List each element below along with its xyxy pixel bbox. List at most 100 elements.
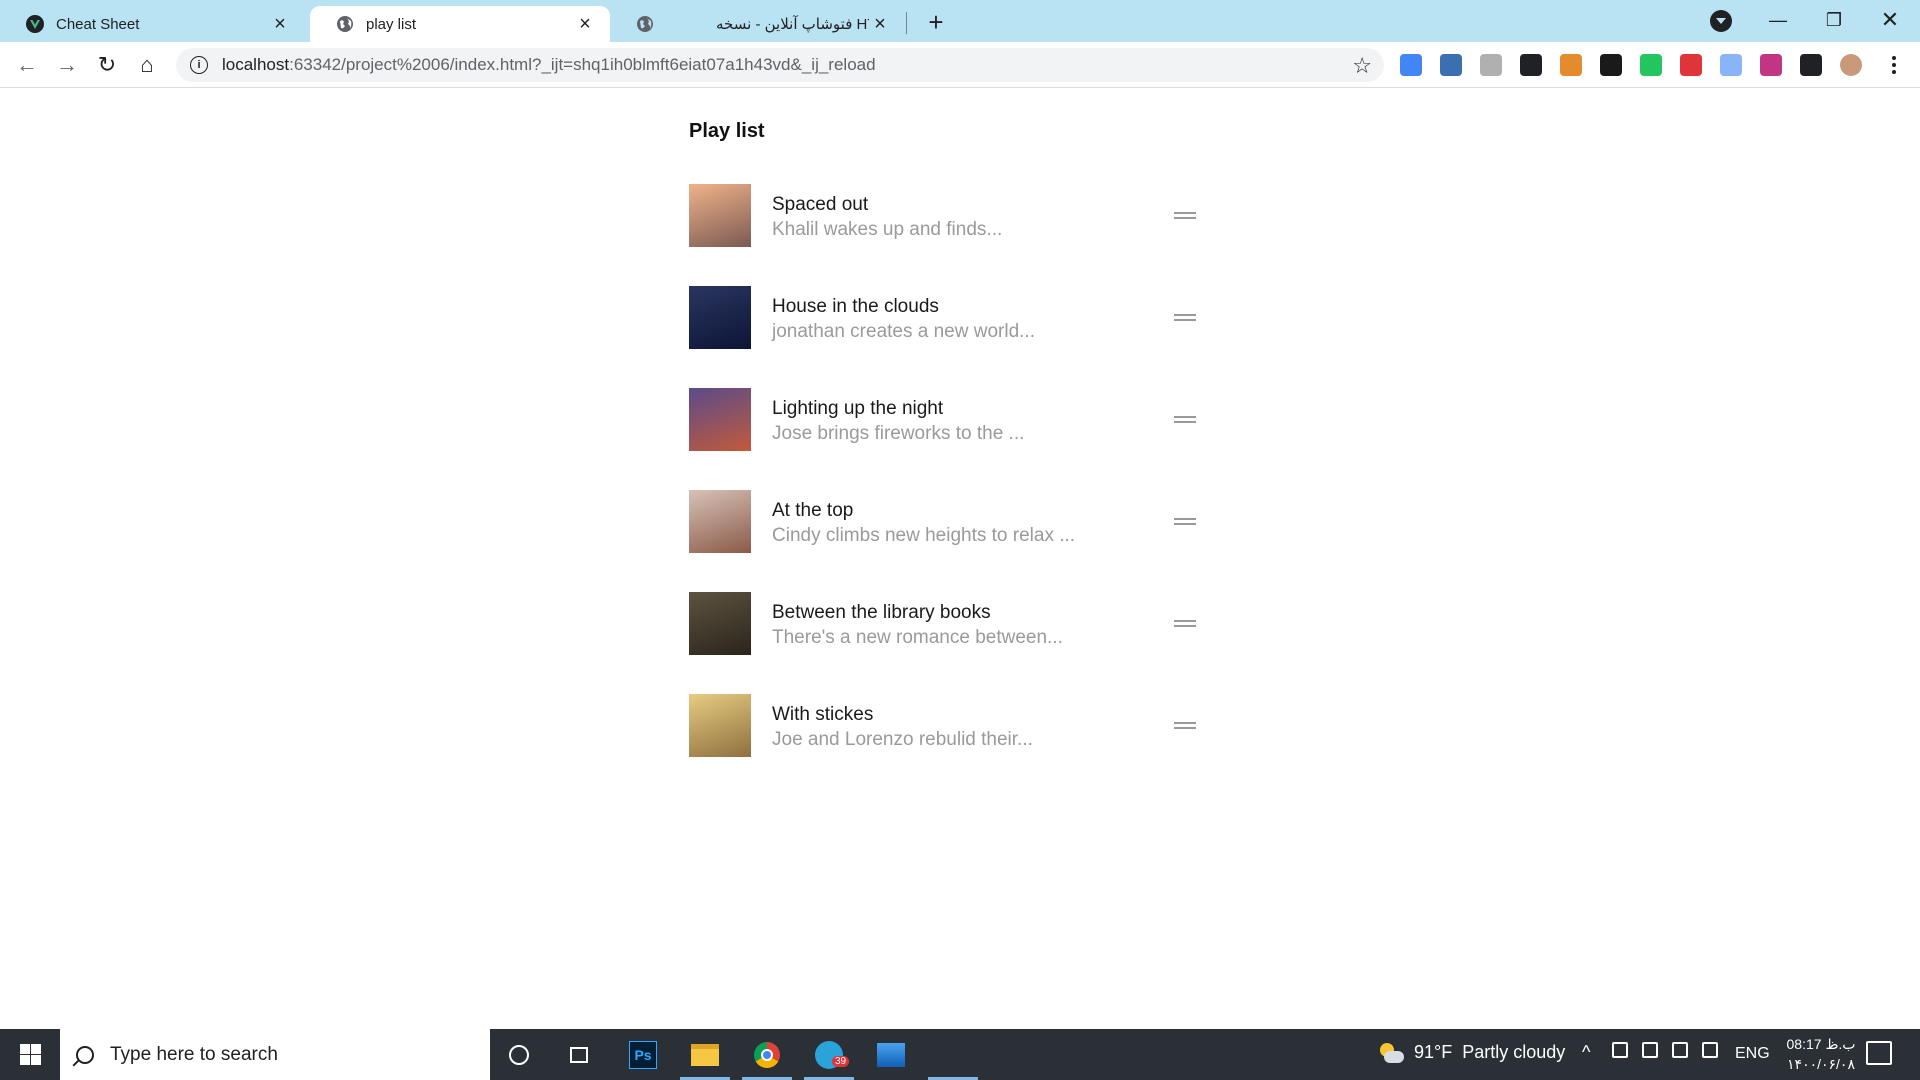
volume-icon[interactable]: [1702, 1042, 1718, 1058]
extension-icon[interactable]: [1680, 54, 1702, 76]
playlist-item-text: Spaced out Khalil wakes up and finds...: [772, 194, 1002, 241]
tab-strip: Cheat Sheet × play list × فتوشاپ آنلاین …: [0, 0, 1920, 42]
back-button[interactable]: ←: [12, 50, 42, 80]
playlist-item-title: Between the library books: [772, 602, 991, 623]
url-text[interactable]: localhost:63342/project%2006/index.html?…: [222, 55, 876, 75]
playlist-item-description: jonathan creates a new world...: [772, 321, 1035, 342]
bookmark-star-icon[interactable]: ☆: [1352, 53, 1372, 79]
tab-title: فتوشاپ آنلاین - نسخه HTML5: [716, 16, 869, 33]
playlist-item[interactable]: At the top Cindy climbs new heights to re…: [689, 490, 1199, 592]
extension-icon[interactable]: [1560, 54, 1582, 76]
wifi-icon[interactable]: [1672, 1042, 1688, 1058]
usb-icon[interactable]: [1612, 1042, 1628, 1058]
tab-cheat-sheet[interactable]: Cheat Sheet ×: [0, 6, 305, 42]
playlist-item[interactable]: With stickes Joe and Lorenzo rebulid thei…: [689, 694, 1199, 796]
screen: Cheat Sheet × play list × فتوشاپ آنلاین …: [0, 0, 1920, 1080]
browser-toolbar: ← → ↻ ⌂ i localhost:63342/project%2006/i…: [0, 42, 1920, 88]
address-bar[interactable]: i localhost:63342/project%2006/index.htm…: [176, 48, 1384, 82]
playlist: Spaced out Khalil wakes up and finds... Ho…: [689, 184, 1199, 796]
playlist-item-title: With stickes: [772, 704, 874, 725]
drag-handle-icon[interactable]: [1174, 416, 1196, 424]
extension-icon[interactable]: [1760, 54, 1782, 76]
maximize-button[interactable]: ❐: [1806, 0, 1862, 40]
tab-search-icon[interactable]: [1710, 10, 1732, 32]
tab-close-icon[interactable]: ×: [869, 13, 891, 35]
extension-icon[interactable]: [1600, 54, 1622, 76]
chrome-icon[interactable]: [750, 1038, 784, 1072]
clock-date: ۱۴۰۰/۰۶/۰۸: [1787, 1056, 1855, 1072]
start-button[interactable]: [0, 1029, 60, 1080]
playlist-item[interactable]: Lighting up the night Jose brings firewor…: [689, 388, 1199, 490]
drag-handle-icon[interactable]: [1174, 722, 1196, 730]
system-tray: [1612, 1042, 1718, 1058]
photos-icon[interactable]: [874, 1038, 908, 1072]
playlist-item-title: Spaced out: [772, 194, 869, 215]
playlist-item-description: Joe and Lorenzo rebulid their...: [772, 729, 1033, 750]
notifications-icon[interactable]: [1866, 1041, 1892, 1065]
thumbnail-image: [689, 694, 751, 757]
photoshop-icon[interactable]: Ps: [626, 1038, 660, 1072]
site-info-icon[interactable]: i: [190, 56, 208, 74]
playlist-item[interactable]: House in the clouds jonathan creates a ne…: [689, 286, 1199, 388]
extension-icon[interactable]: [1400, 54, 1422, 76]
playlist-item-description: Jose brings fireworks to the ...: [772, 423, 1025, 444]
clock-time: ب.ظ 08:17: [1786, 1036, 1856, 1052]
taskbar-search-box[interactable]: Type here to search: [60, 1029, 490, 1080]
task-view-icon[interactable]: [562, 1038, 596, 1072]
windows-taskbar: Type here to search Ps 39 91°F Partly cl…: [0, 1029, 1920, 1080]
thumbnail-image: [689, 388, 751, 451]
thumbnail-image: [689, 592, 751, 655]
extension-icon[interactable]: [1520, 54, 1542, 76]
playlist-item-text: Lighting up the night Jose brings firewor…: [772, 398, 1024, 445]
extension-icon[interactable]: [1840, 54, 1862, 76]
playlist-item-title: At the top: [772, 500, 854, 521]
weather-text: 91°F Partly cloudy: [1414, 1042, 1566, 1062]
page-title: Play list: [689, 120, 765, 142]
weather-widget[interactable]: 91°F Partly cloudy: [1378, 1042, 1565, 1063]
thumbnail-image: [689, 490, 751, 553]
extension-icon[interactable]: [1480, 54, 1502, 76]
tab-close-icon[interactable]: ×: [269, 13, 291, 35]
tab-title: play list: [366, 15, 417, 33]
telegram-icon[interactable]: 39: [812, 1038, 850, 1072]
telegram-badge: 39: [832, 1056, 850, 1067]
globe-icon: [336, 15, 354, 33]
drag-handle-icon[interactable]: [1174, 620, 1196, 628]
tab-photoshop-online[interactable]: فتوشاپ آنلاین - نسخه HTML5 ×: [610, 6, 905, 42]
drag-handle-icon[interactable]: [1174, 212, 1196, 220]
cortana-icon[interactable]: [502, 1038, 536, 1072]
tab-play-list[interactable]: play list ×: [310, 6, 610, 42]
extension-icon[interactable]: [1800, 54, 1822, 76]
show-hidden-icons-chevron-icon[interactable]: ^: [1582, 1042, 1590, 1063]
tab-close-icon[interactable]: ×: [574, 13, 596, 35]
partly-cloudy-icon: [1378, 1042, 1404, 1063]
extension-icon[interactable]: [1640, 54, 1662, 76]
vue-logo-icon: [26, 15, 44, 33]
windows-logo-icon: [19, 1044, 41, 1065]
language-indicator[interactable]: ENG: [1735, 1045, 1770, 1063]
search-placeholder: Type here to search: [110, 1043, 278, 1065]
extension-icon[interactable]: [1440, 54, 1462, 76]
thumbnail-image: [689, 286, 751, 349]
clock[interactable]: ب.ظ 08:17 ۱۴۰۰/۰۶/۰۸: [1776, 1034, 1866, 1074]
playlist-item-text: House in the clouds jonathan creates a ne…: [772, 296, 1035, 343]
globe-icon: [636, 15, 654, 33]
browser-menu-icon[interactable]: [1884, 54, 1904, 76]
playlist-item-description: Cindy climbs new heights to relax ...: [772, 525, 1076, 546]
drag-handle-icon[interactable]: [1174, 314, 1196, 322]
forward-button[interactable]: →: [52, 50, 82, 80]
new-tab-button[interactable]: +: [922, 7, 950, 37]
drag-handle-icon[interactable]: [1174, 518, 1196, 526]
page-content: Play list Spaced out Khalil wakes up and …: [0, 89, 1920, 1029]
file-explorer-icon[interactable]: [688, 1038, 722, 1072]
extension-icon[interactable]: [1720, 54, 1742, 76]
search-icon: [76, 1045, 94, 1064]
tab-separator: [906, 12, 907, 34]
playlist-item[interactable]: Spaced out Khalil wakes up and finds...: [689, 184, 1199, 286]
battery-icon[interactable]: [1642, 1042, 1658, 1058]
close-window-button[interactable]: ✕: [1862, 0, 1918, 40]
home-button[interactable]: ⌂: [132, 50, 162, 80]
minimize-button[interactable]: —: [1750, 0, 1806, 40]
reload-button[interactable]: ↻: [92, 50, 122, 80]
playlist-item[interactable]: Between the library books There's a new r…: [689, 592, 1199, 694]
